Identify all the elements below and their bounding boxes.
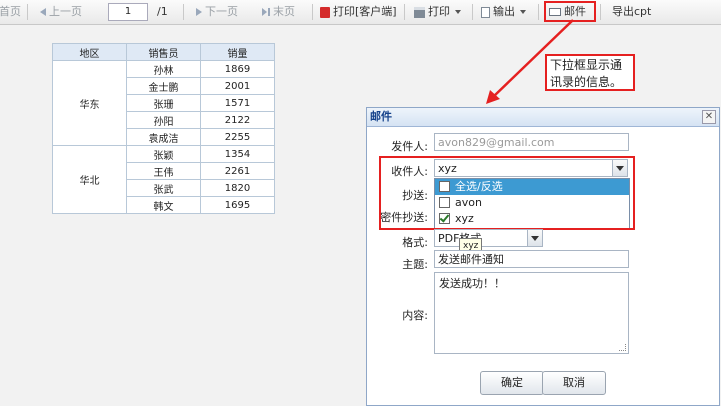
content-text: 发送成功！！	[439, 277, 505, 290]
format-select[interactable]: PDF格式	[434, 229, 543, 247]
ok-button[interactable]: 确定	[480, 371, 544, 395]
content-label: 内容:	[402, 309, 428, 322]
subject-field[interactable]: 发送邮件通知	[434, 250, 629, 268]
cancel-button[interactable]: 取消	[542, 371, 606, 395]
content-textarea[interactable]: 发送成功！！	[434, 272, 629, 354]
resize-grip-icon[interactable]	[619, 344, 626, 351]
dialog-title: 邮件	[370, 110, 392, 123]
sender-field[interactable]: avon829@gmail.com	[434, 133, 629, 151]
subject-label: 主题:	[402, 258, 428, 271]
format-label: 格式:	[402, 236, 428, 249]
dropdown-highlight-box	[379, 156, 635, 230]
sender-label: 发件人:	[391, 140, 428, 153]
dialog-title-bar: 邮件 ✕	[367, 108, 719, 127]
close-icon[interactable]: ✕	[702, 110, 716, 124]
annotation-callout: 下拉框显示通讯录的信息。	[545, 54, 635, 91]
chevron-down-icon[interactable]	[527, 230, 542, 246]
